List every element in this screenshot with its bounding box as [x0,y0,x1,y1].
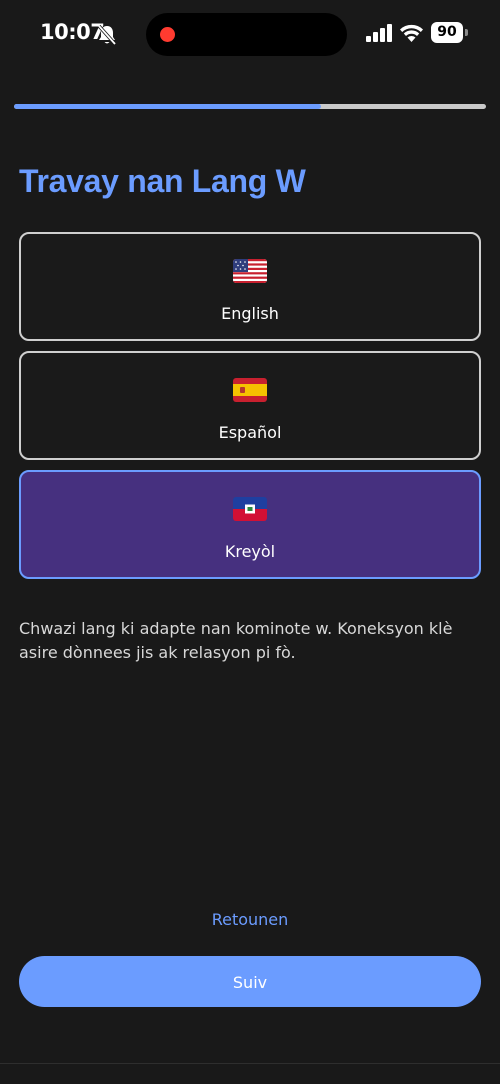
dynamic-island [146,13,347,56]
battery-cap [465,29,468,36]
us-flag-icon [233,259,267,283]
status-bar: 10:07 90 [0,0,500,68]
status-time: 10:07 [40,20,105,44]
bell-slash-icon [97,24,117,46]
battery-indicator: 90 [431,22,463,43]
recording-indicator-icon [160,27,175,42]
next-button[interactable]: Suiv [19,956,481,1007]
language-option-espanol[interactable]: Español [19,351,481,460]
page-title: Travay nan Lang W [19,163,306,199]
language-option-kreyol[interactable]: Kreyòl [19,470,481,579]
language-description: Chwazi lang ki adapte nan kominote w. Ko… [19,619,453,662]
language-label: Kreyòl [224,542,276,561]
language-label: English [221,304,279,323]
back-button[interactable]: Retounen [0,910,500,929]
progress-fill [14,104,321,109]
onboarding-progress-bar [14,104,486,109]
language-label: Español [218,423,282,442]
cellular-signal-icon [366,24,392,42]
spain-flag-icon [233,378,267,402]
haiti-flag-icon [233,497,267,521]
bottom-divider [0,1063,500,1064]
language-option-english[interactable]: English [19,232,481,341]
wifi-icon [400,24,423,42]
